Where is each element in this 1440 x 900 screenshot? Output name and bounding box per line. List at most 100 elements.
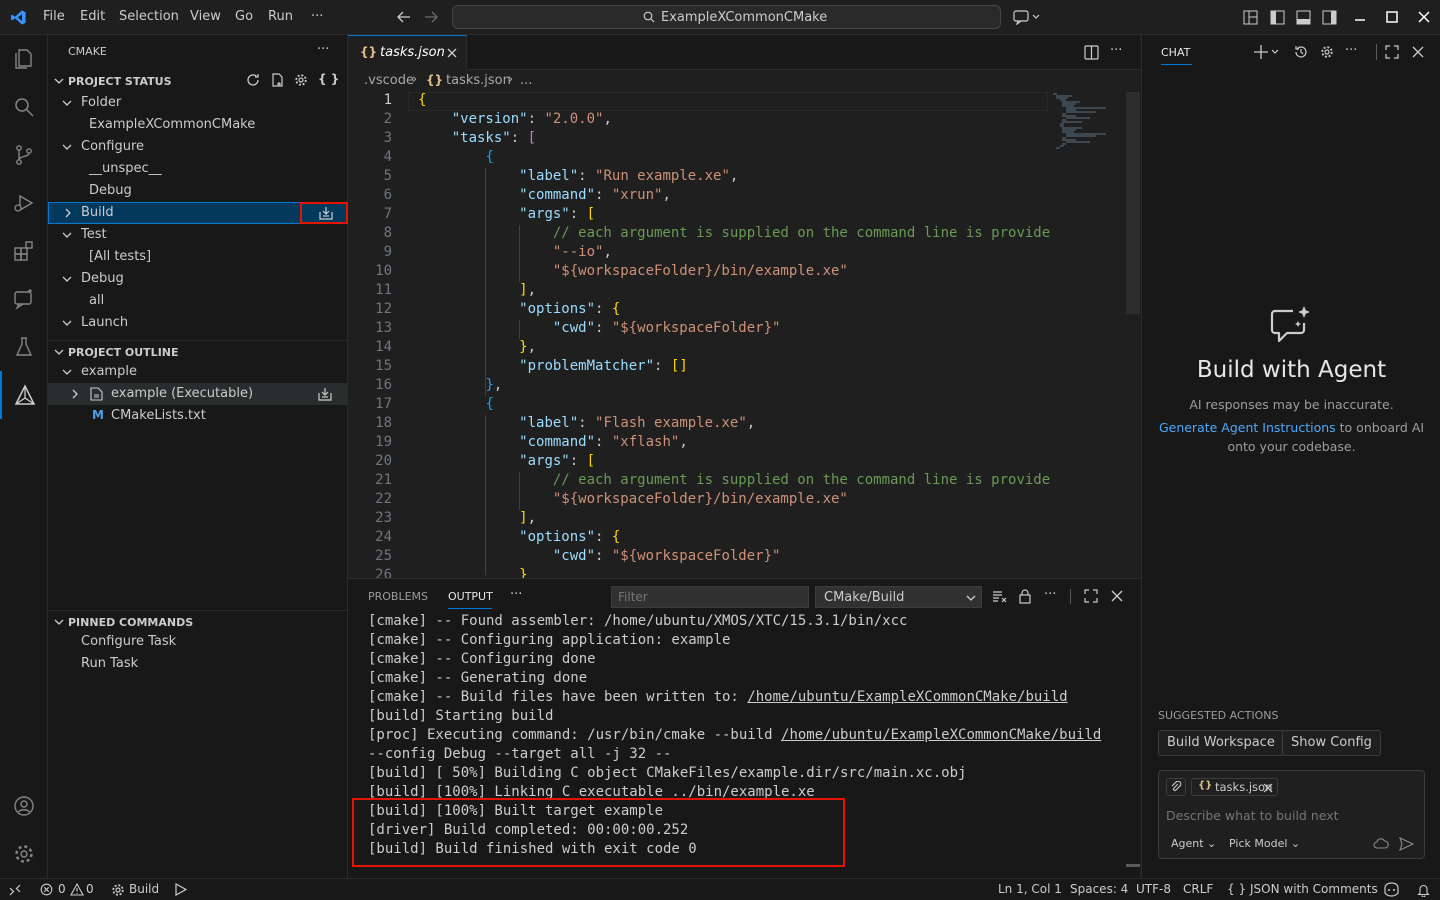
- remove-attachment-icon[interactable]: [1263, 783, 1273, 793]
- warning-icon[interactable]: [70, 883, 84, 896]
- output-channel-select[interactable]: CMake/Build: [815, 586, 982, 608]
- copilot-icon[interactable]: [1383, 882, 1400, 897]
- tab-tasks-json[interactable]: {} tasks.json: [348, 35, 467, 70]
- back-arrow-icon[interactable]: [397, 10, 411, 24]
- search-view-icon[interactable]: [0, 83, 48, 131]
- menu-go[interactable]: Go: [235, 9, 253, 24]
- end-of-line[interactable]: CRLF: [1183, 882, 1213, 896]
- output-filter-input[interactable]: [611, 586, 809, 608]
- panel-more-tabs[interactable]: ···: [510, 587, 522, 602]
- menu-run[interactable]: Run: [268, 9, 293, 24]
- cmake-icon[interactable]: [0, 371, 48, 419]
- build-dir-link[interactable]: /home/ubuntu/ExampleXCommonCMake/build: [781, 727, 1101, 743]
- remote-icon[interactable]: [8, 883, 22, 897]
- refresh-icon[interactable]: [246, 73, 260, 87]
- status-build-button[interactable]: Build: [129, 882, 159, 896]
- tree-item-configure-preset[interactable]: __unspec__: [48, 158, 348, 180]
- editor-scrollbar-thumb[interactable]: [1126, 92, 1140, 314]
- tree-item-debug-value[interactable]: all: [48, 290, 348, 312]
- settings-gear-icon[interactable]: [0, 830, 48, 878]
- build-gear-icon[interactable]: [111, 883, 125, 897]
- encoding[interactable]: UTF-8: [1136, 882, 1171, 896]
- chat-more-actions[interactable]: ···: [1345, 43, 1357, 58]
- build-workspace-button[interactable]: Build Workspace: [1158, 730, 1284, 756]
- command-center-search[interactable]: ExampleXCommonCMake: [452, 5, 1001, 29]
- code-editor[interactable]: 1 2 3 4 5 6 7 8 9 10 11 12 13 14 15 16 17 18 19 20 21 22 23 24 2…: [348, 92, 1140, 578]
- close-window-icon[interactable]: [1417, 10, 1431, 24]
- language-mode[interactable]: JSON with Comments: [1250, 882, 1378, 896]
- tab-problems[interactable]: PROBLEMS: [368, 590, 428, 603]
- error-count[interactable]: 0: [58, 882, 66, 896]
- new-file-icon[interactable]: [270, 73, 284, 87]
- cursor-position[interactable]: Ln 1, Col 1: [998, 882, 1062, 896]
- maximize-chat-icon[interactable]: [1385, 45, 1399, 59]
- menu-file[interactable]: File: [43, 9, 65, 24]
- minimap[interactable]: [1048, 92, 1126, 152]
- json-braces-icon[interactable]: { }: [318, 72, 339, 86]
- menu-view[interactable]: View: [190, 9, 221, 24]
- build-target-icon[interactable]: [317, 386, 333, 402]
- explorer-icon[interactable]: [0, 35, 48, 83]
- show-config-button[interactable]: Show Config: [1282, 730, 1381, 756]
- breadcrumb-folder[interactable]: .vscode: [364, 73, 414, 88]
- tree-item-target[interactable]: example (Executable): [48, 383, 348, 405]
- close-tab-icon[interactable]: [446, 47, 458, 59]
- panel-scrollbar-thumb[interactable]: [1126, 864, 1140, 867]
- pinned-commands-header[interactable]: PINNED COMMANDS: [48, 610, 348, 632]
- tree-item-test[interactable]: Test: [48, 224, 348, 246]
- warning-count[interactable]: 0: [86, 882, 94, 896]
- indentation[interactable]: Spaces: 4: [1070, 882, 1128, 896]
- tree-item-cmakelists[interactable]: M CMakeLists.txt: [48, 405, 348, 427]
- close-panel-icon[interactable]: [1111, 590, 1123, 602]
- copilot-chat-icon[interactable]: [1013, 9, 1041, 25]
- tree-item-configure-type[interactable]: Debug: [48, 180, 348, 202]
- tab-output[interactable]: OUTPUT: [448, 590, 493, 603]
- tree-item-test-value[interactable]: [All tests]: [48, 246, 348, 268]
- testing-flask-icon[interactable]: [0, 323, 48, 371]
- notifications-bell-icon[interactable]: [1417, 883, 1430, 897]
- toggle-panel-icon[interactable]: [1296, 10, 1311, 25]
- split-editor-icon[interactable]: [1084, 45, 1099, 60]
- forward-arrow-icon[interactable]: [424, 10, 438, 24]
- tree-item-folder[interactable]: Folder: [48, 92, 348, 114]
- pinned-item-configure-task[interactable]: Configure Task: [48, 631, 348, 653]
- toggle-secondary-sidebar-icon[interactable]: [1322, 10, 1337, 25]
- project-outline-header[interactable]: PROJECT OUTLINE: [48, 340, 348, 362]
- close-chat-icon[interactable]: [1412, 46, 1424, 58]
- new-chat-icon[interactable]: [1254, 44, 1280, 60]
- delegate-cloud-icon[interactable]: [1373, 837, 1389, 851]
- source-control-icon[interactable]: [0, 131, 48, 179]
- sidebar-more-button[interactable]: ···: [317, 42, 329, 57]
- model-picker[interactable]: Pick Model ⌄: [1229, 837, 1300, 850]
- customize-layout-icon[interactable]: [1243, 10, 1258, 25]
- toggle-primary-sidebar-icon[interactable]: [1270, 10, 1285, 25]
- pinned-item-run-task[interactable]: Run Task: [48, 653, 348, 675]
- menu-more[interactable]: ···: [311, 9, 323, 24]
- breadcrumb-symbol[interactable]: ...: [520, 73, 532, 88]
- attach-context-button[interactable]: [1166, 778, 1186, 796]
- chat-message-input[interactable]: [1166, 805, 1416, 825]
- launch-play-icon[interactable]: [174, 883, 187, 896]
- history-icon[interactable]: [1294, 45, 1308, 59]
- panel-more-actions[interactable]: ···: [1044, 587, 1056, 602]
- run-debug-icon[interactable]: [0, 179, 48, 227]
- chat-sparkle-icon[interactable]: [0, 275, 48, 323]
- editor-more-actions[interactable]: ···: [1110, 43, 1122, 58]
- tree-item-launch[interactable]: Launch: [48, 312, 348, 334]
- project-status-header[interactable]: PROJECT STATUS { }: [48, 70, 348, 92]
- generate-instructions-link[interactable]: Generate Agent Instructions: [1159, 420, 1336, 435]
- tree-item-folder-value[interactable]: ExampleXCommonCMake: [48, 114, 348, 136]
- attachment-chip[interactable]: {} tasks.json: [1191, 778, 1278, 796]
- maximize-panel-icon[interactable]: [1084, 589, 1098, 603]
- tree-item-configure[interactable]: Configure: [48, 136, 348, 158]
- accounts-icon[interactable]: [0, 782, 48, 830]
- menu-edit[interactable]: Edit: [80, 9, 105, 24]
- tree-item-debug[interactable]: Debug: [48, 268, 348, 290]
- chat-settings-gear-icon[interactable]: [1320, 45, 1334, 59]
- settings-gear-icon[interactable]: [294, 73, 308, 87]
- tree-item-project[interactable]: example: [48, 361, 348, 383]
- breadcrumb-file[interactable]: tasks.json: [446, 73, 511, 88]
- lock-scroll-icon[interactable]: [1019, 589, 1031, 604]
- minimize-icon[interactable]: [1353, 10, 1367, 24]
- send-icon[interactable]: [1399, 837, 1414, 851]
